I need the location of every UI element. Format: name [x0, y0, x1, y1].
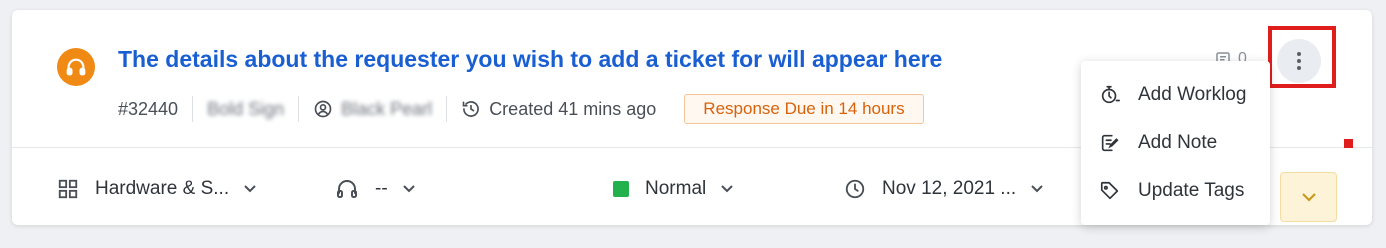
headset-icon: [335, 177, 359, 201]
requester-name[interactable]: Black Pearl: [341, 99, 432, 120]
ticket-title[interactable]: The details about the requester you wish…: [118, 46, 942, 73]
menu-item-add-worklog[interactable]: Add Worklog: [1081, 73, 1270, 117]
note-icon: [1099, 132, 1121, 154]
menu-item-update-tags[interactable]: Update Tags: [1081, 169, 1270, 213]
agent-avatar: [57, 48, 95, 86]
priority-value: Normal: [645, 178, 707, 199]
annotation-highlight-box: [1268, 26, 1336, 88]
worklog-icon: [1099, 84, 1121, 106]
more-options-menu: Add Worklog Add Note Update Tags: [1081, 61, 1270, 225]
tag-icon: [1099, 180, 1121, 202]
menu-item-label: Add Worklog: [1138, 84, 1247, 105]
history-icon: [461, 99, 481, 119]
chevron-down-icon: [720, 184, 734, 194]
due-date-value: Nov 12, 2021 ...: [882, 178, 1017, 199]
user-circle-icon: [313, 99, 333, 119]
menu-item-label: Update Tags: [1138, 180, 1245, 201]
created-time: Created 41 mins ago: [489, 98, 657, 119]
menu-item-label: Add Note: [1138, 132, 1218, 153]
chevron-down-icon: [402, 184, 416, 194]
meta-divider: [298, 96, 300, 122]
priority-dropdown[interactable]: Normal: [613, 176, 734, 202]
chevron-down-icon: [1301, 193, 1316, 202]
grid-icon: [57, 178, 79, 200]
due-date-dropdown[interactable]: Nov 12, 2021 ...: [844, 176, 1044, 202]
ticket-meta: #32440 Bold Sign Black Pearl Created 41 …: [118, 94, 924, 124]
status-dropdown-button[interactable]: [1280, 172, 1337, 222]
category-value: Hardware & S...: [95, 178, 230, 199]
agent-value: --: [375, 178, 388, 199]
headset-icon: [66, 58, 86, 76]
chevron-down-icon: [243, 184, 257, 194]
account-name[interactable]: Bold Sign: [207, 99, 284, 120]
meta-divider: [192, 96, 194, 122]
ticket-id: #32440: [118, 98, 179, 119]
meta-divider: [446, 96, 448, 122]
clock-icon: [844, 178, 866, 200]
annotation-marker: [1344, 139, 1353, 148]
category-dropdown[interactable]: Hardware & S...: [57, 176, 257, 202]
menu-item-add-note[interactable]: Add Note: [1081, 121, 1270, 165]
agent-dropdown[interactable]: --: [335, 176, 416, 202]
priority-color-swatch: [613, 181, 629, 197]
response-due-badge: Response Due in 14 hours: [684, 94, 924, 124]
chevron-down-icon: [1030, 184, 1044, 194]
